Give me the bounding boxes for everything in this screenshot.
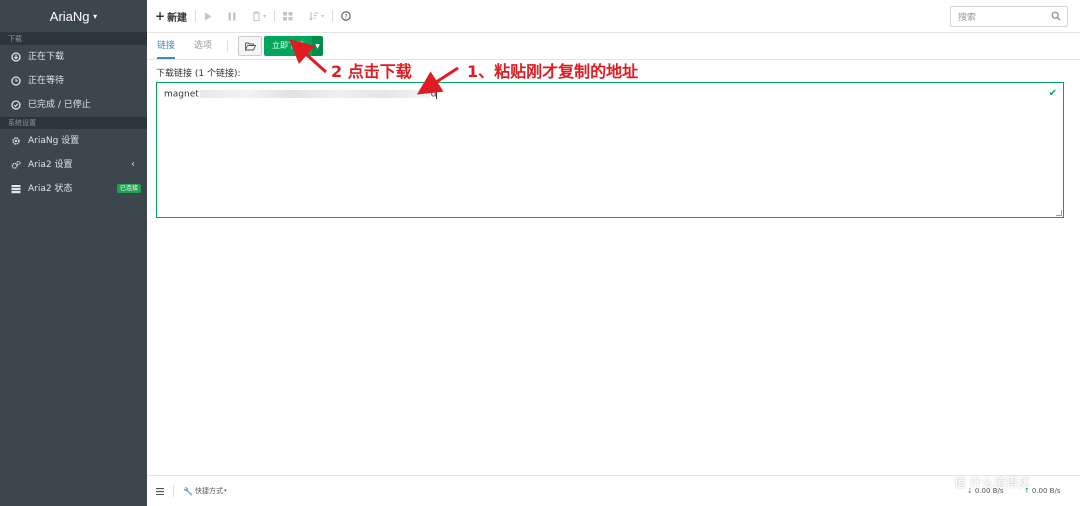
sidebar-section-header: 下载 [0, 33, 147, 45]
search-input[interactable]: 搜索 [950, 6, 1068, 27]
site-watermark: 值 什么值得买 [954, 476, 1030, 490]
sidebar-item-waiting[interactable]: 正在等待 [0, 69, 147, 93]
chevron-down-icon: ▾ [223, 488, 227, 494]
clock-icon [11, 76, 21, 86]
svg-text:?: ? [344, 12, 347, 20]
annotation-step2: 2 点击下载 [331, 62, 412, 81]
pause-button[interactable] [220, 0, 244, 33]
download-options-dropdown[interactable]: ▼ [312, 36, 323, 56]
plus-icon: + [155, 9, 166, 23]
redacted-link-text [199, 90, 430, 98]
annotation-step1: 1、粘贴刚才复制的地址 [467, 62, 639, 81]
shortcuts-label: 快捷方式 [194, 487, 223, 495]
check-circle-icon [11, 100, 21, 110]
links-label: 下载链接 (1 个链接): [156, 69, 241, 79]
shortcuts-button[interactable]: 🔧 快捷方式 ▾ [183, 486, 226, 496]
question-circle-icon: ? [341, 11, 351, 21]
new-task-button[interactable]: + 新建 [147, 0, 195, 33]
sidebar-item-label: Aria2 设置 [28, 160, 73, 170]
sidebar-item-downloading[interactable]: 正在下载 [0, 45, 147, 69]
connection-status-badge: 已连接 [116, 184, 141, 193]
sidebar-item-label: 正在下载 [28, 52, 65, 62]
pause-icon [228, 12, 236, 20]
menu-toggle-button[interactable] [156, 487, 164, 495]
download-circle-icon [11, 52, 21, 62]
play-icon [205, 12, 212, 20]
download-links-textarea[interactable]: magnet d ✔ [156, 82, 1064, 218]
footer-divider [173, 485, 174, 497]
open-file-button[interactable] [238, 36, 262, 56]
sidebar-item-ariang-settings[interactable]: AriaNg 设置 [0, 129, 147, 153]
sort-button[interactable]: ▾ [301, 0, 332, 33]
delete-button[interactable]: ▾ [244, 0, 274, 33]
display-mode-button[interactable] [275, 0, 301, 33]
sidebar: AriaNg ▾ 下载 正在下载 正在等待 已完成 / 已停止 系统设置 Ari… [0, 0, 147, 506]
tab-divider [227, 40, 228, 52]
sidebar-item-stopped[interactable]: 已完成 / 已停止 [0, 93, 147, 117]
tab-options[interactable]: 选项 [194, 33, 212, 59]
sidebar-item-label: 已完成 / 已停止 [28, 100, 91, 110]
status-footer: 🔧 快捷方式 ▾ ↓ 0.00 B/s ↑ 0.00 B/s [147, 475, 1080, 506]
new-task-label: 新建 [167, 12, 188, 24]
resize-handle[interactable] [1056, 210, 1062, 216]
tab-links[interactable]: 链接 [157, 33, 176, 59]
chevron-down-icon: ▾ [321, 12, 325, 20]
sort-icon [309, 12, 319, 21]
sidebar-item-label: Aria2 状态 [28, 184, 73, 194]
top-toolbar: + 新建 ▾ ▾ ? 搜索 [147, 0, 1080, 33]
trash-icon [253, 11, 261, 21]
search-placeholder: 搜索 [958, 13, 977, 23]
gears-icon [11, 160, 21, 170]
grid-icon [283, 11, 293, 20]
chevron-left-icon[interactable]: ‹ [131, 153, 135, 177]
new-task-tabs: 链接 选项 立即下载 ▼ [147, 33, 1080, 60]
search-icon[interactable] [1051, 11, 1061, 21]
sidebar-item-aria2-status[interactable]: Aria2 状态 已连接 [0, 177, 147, 201]
sidebar-section-header: 系统设置 [0, 117, 147, 129]
link-text-start: magnet [164, 89, 199, 100]
app-logo[interactable]: AriaNg ▾ [0, 0, 147, 33]
help-button[interactable]: ? [333, 0, 359, 33]
sidebar-item-label: 正在等待 [28, 76, 65, 86]
caret-down-icon: ▼ [315, 42, 320, 50]
server-icon [11, 184, 21, 194]
sidebar-item-label: AriaNg 设置 [28, 136, 80, 146]
upload-speed-value: 0.00 B/s [1031, 487, 1061, 495]
folder-open-icon [244, 42, 256, 50]
valid-check-icon: ✔ [1048, 88, 1057, 99]
gear-icon [11, 136, 21, 146]
download-now-button[interactable]: 立即下载 [264, 36, 312, 56]
wrench-icon: 🔧 [183, 486, 193, 496]
text-cursor [436, 89, 438, 99]
sidebar-item-aria2-settings[interactable]: Aria2 设置 ‹ [0, 153, 147, 177]
hamburger-icon [156, 487, 164, 495]
start-button[interactable] [196, 0, 220, 33]
chevron-down-icon: ▾ [263, 12, 267, 20]
